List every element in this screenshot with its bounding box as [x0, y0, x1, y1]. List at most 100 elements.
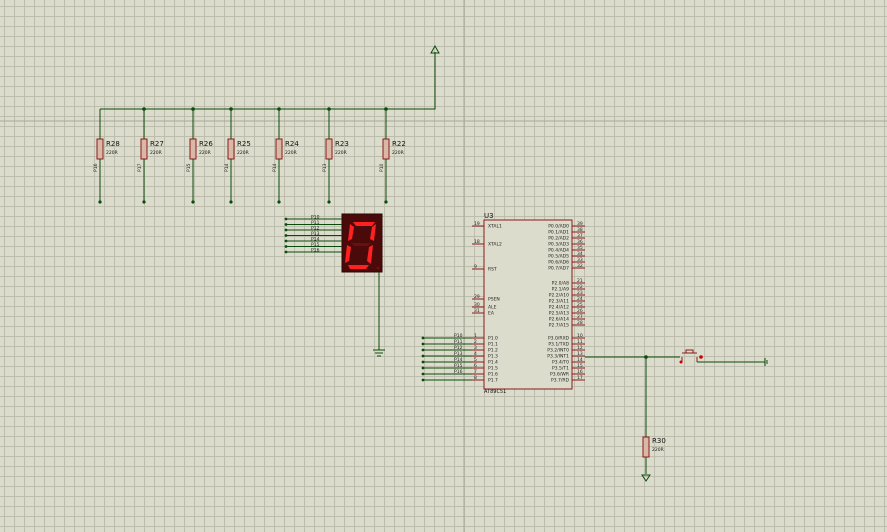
- schematic-drawing[interactable]: R28 220R P16 R27 220R P17 R26 220R P15 R25 220R P14…: [0, 0, 887, 532]
- display-pin-p15[interactable]: P15: [284, 242, 342, 248]
- pin-number: 10: [577, 333, 583, 339]
- pin-number: 5: [474, 357, 477, 363]
- pin-name: P2.5/A13: [549, 311, 569, 317]
- pin-name: P3.5/T1: [552, 366, 569, 372]
- pin-name: P2.4/A12: [549, 305, 569, 311]
- segment-dp: [376, 266, 380, 270]
- resistor-net-label: P17: [137, 163, 143, 172]
- segment-g: [351, 243, 371, 246]
- pin-name: P1.7: [488, 378, 498, 384]
- resistor-ref: R26: [199, 140, 213, 148]
- pin-name: P1.5: [488, 366, 498, 372]
- pin-number: 12: [577, 345, 583, 351]
- pin-name: P3.1/TXD: [548, 342, 569, 348]
- power-terminal-icon: [430, 44, 440, 54]
- pin-number: 1: [474, 333, 477, 339]
- resistor-net-label: P16: [93, 163, 99, 172]
- pin-name: P0.2/AD2: [548, 236, 569, 242]
- seven-segment-display[interactable]: 0: [341, 213, 385, 357]
- pin-name: P1.4: [488, 360, 498, 366]
- pin-number: 4: [474, 351, 477, 357]
- pin-name: P2.3/A11: [549, 299, 569, 305]
- resistor-ref: R27: [150, 140, 164, 148]
- pin-number: 36: [577, 239, 583, 245]
- pin-number: 9: [474, 264, 477, 270]
- pin-name: P1.6: [488, 372, 498, 378]
- pin-name: P0.0/AD0: [548, 224, 569, 230]
- pin-name: P0.1/AD1: [548, 230, 569, 236]
- pin-number: 2: [474, 339, 477, 345]
- pin-name: P0.4/AD4: [548, 248, 569, 254]
- resistor-r28[interactable]: R28 220R P16: [93, 109, 120, 204]
- resistor-value: 220R: [392, 150, 404, 156]
- schematic-canvas[interactable]: R28 220R P16 R27 220R P17 R26 220R P15 R25 220R P14…: [0, 0, 887, 532]
- pin-name: P3.0/RXD: [548, 336, 570, 342]
- pin-name: P1.3: [488, 354, 498, 360]
- resistor-ref: R23: [335, 140, 349, 148]
- segment-d: [348, 265, 369, 269]
- r30-ref: R30: [652, 437, 666, 445]
- pin-name: P1.2: [488, 348, 498, 354]
- mcu-part: AT89C51: [484, 389, 506, 395]
- pin-number: 34: [577, 251, 583, 257]
- pin-name: P3.6/WR: [550, 372, 569, 378]
- pin-number: 13: [577, 351, 583, 357]
- display-pin-label: P10: [311, 215, 320, 221]
- resistor-value: 220R: [106, 150, 118, 156]
- resistor-value: 220R: [335, 150, 347, 156]
- pin-net-label: P15: [454, 363, 463, 369]
- pin-net-label: P12: [454, 345, 463, 351]
- pin-net-label: P11: [454, 339, 463, 345]
- resistor-r26[interactable]: R26 220R P15: [186, 107, 213, 204]
- mcu-ref: U3: [484, 212, 494, 220]
- pin-name: P0.7/AD7: [548, 266, 569, 272]
- display-pin-p14[interactable]: P14: [284, 237, 342, 243]
- r30-value: 220R: [652, 447, 664, 453]
- resistor-net-label: P10: [379, 163, 385, 172]
- resistor-value: 220R: [199, 150, 211, 156]
- pin-number: 15: [577, 363, 583, 369]
- pin-number: 3: [474, 345, 477, 351]
- pin-name: P1.0: [488, 336, 498, 342]
- display-pin-label: P13: [311, 231, 320, 237]
- pin-number: 30: [474, 302, 480, 308]
- push-button[interactable]: [679, 349, 768, 366]
- resistor-r30[interactable]: R30 220R: [642, 436, 666, 458]
- resistor-r22[interactable]: R22 220R P10: [379, 107, 406, 204]
- resistor-r27[interactable]: R27 220R P17: [137, 107, 164, 204]
- pin-name: P0.5/AD5: [548, 254, 569, 260]
- display-pin-label: P12: [311, 226, 320, 232]
- pin-net-label: P14: [454, 357, 463, 363]
- pin-number: 6: [474, 363, 477, 369]
- pin-name: P1.1: [488, 342, 498, 348]
- resistor-ref: R25: [237, 140, 251, 148]
- button-net[interactable]: [585, 355, 680, 482]
- pin-name: P2.0/A8: [552, 281, 569, 287]
- resistor-r24[interactable]: R24 220R P14: [272, 107, 299, 204]
- resistor-r25[interactable]: R25 220R P14: [224, 107, 251, 204]
- display-pin-p11[interactable]: P11: [284, 220, 342, 226]
- display-pin-p12[interactable]: P12: [284, 226, 342, 232]
- pin-number: 23: [577, 290, 583, 296]
- display-pin-label: P16: [311, 248, 320, 254]
- pin-number: 32: [577, 263, 583, 269]
- display-pin-p10[interactable]: P10: [284, 215, 342, 221]
- pin-number: 22: [577, 284, 583, 290]
- resistor-r23[interactable]: R23 220R P13: [322, 107, 349, 204]
- pin-number: 37: [577, 233, 583, 239]
- power-bus[interactable]: [100, 44, 440, 110]
- pin-number: 26: [577, 308, 583, 314]
- pin-number: 19: [474, 221, 480, 227]
- display-pin-p16[interactable]: P16: [284, 248, 342, 254]
- pin-number: 17: [577, 375, 583, 381]
- resistor-net-label: P14: [272, 163, 278, 172]
- pin-net-label: P13: [454, 351, 463, 357]
- display-pin-p13[interactable]: P13: [284, 231, 342, 237]
- resistor-value: 220R: [237, 150, 249, 156]
- pin-name: P3.7/RD: [551, 378, 570, 384]
- resistor-value: 220R: [150, 150, 162, 156]
- pin-name: RST: [488, 267, 497, 273]
- pin-name: P2.7/A15: [549, 323, 569, 329]
- pin-name: XTAL2: [488, 242, 502, 248]
- resistor-ref: R28: [106, 140, 120, 148]
